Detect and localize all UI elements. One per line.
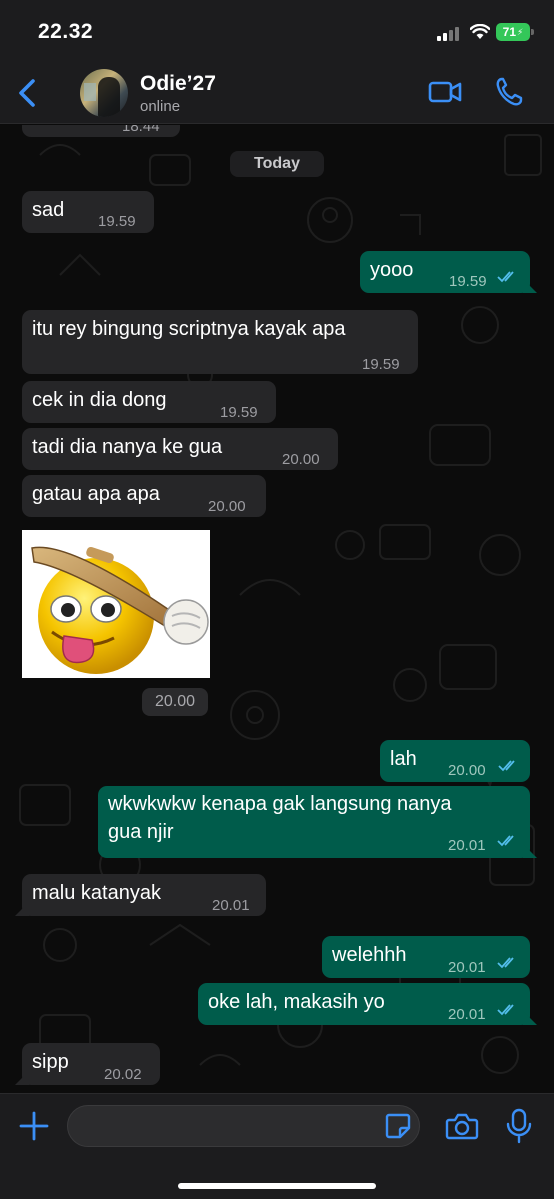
battery-level: 71 — [502, 25, 517, 39]
message-time: 19.59 — [449, 273, 487, 290]
back-button[interactable] — [14, 76, 40, 110]
double-tick-icon — [498, 760, 515, 772]
message-bubble-outgoing[interactable]: welehhh 20.01 — [322, 936, 530, 978]
message-bubble-incoming[interactable]: cek in dia dong 19.59 — [22, 381, 276, 423]
plus-icon[interactable] — [18, 1110, 50, 1142]
message-time: 20.01 — [448, 959, 486, 976]
message-time: 20.01 — [448, 837, 486, 854]
message-input[interactable] — [67, 1105, 420, 1147]
message-text: tadi dia nanya ke gua — [32, 436, 223, 458]
message-time: 20.00 — [208, 498, 246, 515]
message-text: oke lah, makasih yo — [208, 991, 385, 1013]
message-input-bar — [0, 1093, 554, 1199]
message-bubble-partial[interactable]: 18.44 — [22, 125, 180, 137]
battery-cap — [531, 29, 534, 35]
contact-avatar[interactable] — [80, 69, 128, 117]
message-bubble-incoming[interactable]: malu katanyak 20.01 — [15, 874, 266, 916]
double-tick-icon — [497, 957, 514, 969]
message-bubble-incoming[interactable]: sipp 20.02 — [15, 1043, 160, 1085]
message-bubble-incoming[interactable]: gatau apa apa 20.00 — [22, 475, 266, 517]
camera-icon[interactable] — [445, 1111, 479, 1141]
message-text: lah — [390, 748, 417, 770]
wifi-icon — [470, 24, 490, 39]
message-time: 20.02 — [104, 1066, 142, 1083]
battery-indicator: 71 ⚡ — [496, 23, 530, 41]
date-separator: Today — [230, 151, 324, 177]
chat-header: Odie’27 online — [0, 62, 554, 124]
message-time: 20.01 — [212, 897, 250, 914]
message-time: 20.00 — [448, 762, 486, 779]
message-text-line2: gua njir — [108, 821, 174, 843]
message-text: welehhh — [332, 944, 407, 966]
double-tick-icon — [497, 1004, 514, 1016]
message-time: 19.59 — [98, 213, 136, 230]
double-tick-icon — [497, 835, 514, 847]
sticker-icon[interactable] — [384, 1112, 412, 1140]
message-text: cek in dia dong — [32, 389, 167, 411]
message-bubble-incoming[interactable]: tadi dia nanya ke gua 20.00 — [22, 428, 338, 470]
back-chevron-icon — [19, 79, 35, 107]
message-time: 18.44 — [122, 125, 160, 135]
contact-name[interactable]: Odie’27 — [140, 72, 216, 96]
message-time: 20.01 — [448, 1006, 486, 1023]
cellular-signal-icon — [437, 27, 461, 41]
message-text: yooo — [370, 259, 414, 281]
status-time: 22.32 — [38, 20, 94, 43]
message-bubble-outgoing[interactable]: oke lah, makasih yo 20.01 — [198, 983, 537, 1025]
sticker-message[interactable] — [22, 530, 210, 678]
message-time: 19.59 — [220, 404, 258, 421]
message-text: itu rey bingung scriptnya kayak apa — [32, 318, 346, 340]
message-text: gatau apa apa — [32, 483, 160, 505]
message-bubble-outgoing[interactable]: yooo 19.59 — [360, 251, 537, 293]
double-tick-icon — [497, 271, 514, 283]
contact-status: online — [140, 98, 181, 115]
message-time: 20.00 — [282, 451, 320, 468]
message-bubble-incoming[interactable]: sad 19.59 — [22, 191, 154, 233]
home-indicator — [178, 1183, 376, 1189]
phone-icon[interactable] — [494, 76, 524, 108]
message-text: sipp — [32, 1051, 69, 1073]
message-bubble-incoming[interactable]: itu rey bingung scriptnya kayak apa 19.5… — [22, 310, 418, 374]
message-bubble-outgoing[interactable]: lah 20.00 — [380, 740, 530, 782]
video-call-icon[interactable] — [428, 78, 462, 106]
sticker-time: 20.00 — [142, 688, 208, 716]
chat-area[interactable]: 18.44 Today sad 19.59 yooo 19.59 itu rey… — [0, 125, 554, 1093]
emoji-sticker-image — [31, 546, 209, 674]
status-bar: 22.32 71 ⚡ — [0, 0, 554, 62]
message-text-line1: wkwkwkw kenapa gak langsung nanya — [108, 793, 452, 815]
message-text: sad — [32, 199, 65, 221]
message-bubble-outgoing[interactable]: wkwkwkw kenapa gak langsung nanya gua nj… — [98, 786, 537, 858]
message-text: malu katanyak — [32, 882, 161, 904]
microphone-icon[interactable] — [505, 1108, 533, 1144]
message-time: 19.59 — [362, 356, 400, 373]
